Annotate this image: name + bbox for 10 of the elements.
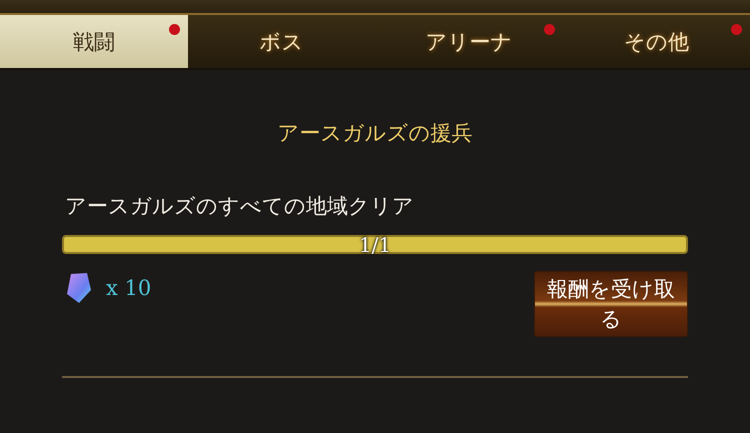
gem-icon: [65, 272, 92, 304]
tab[interactable]: アリーナ: [375, 15, 562, 68]
quest-title: アースガルズの援兵: [276, 120, 474, 147]
tab[interactable]: ボス: [188, 15, 375, 68]
reward-count: x 10: [106, 276, 152, 300]
claim-reward-button[interactable]: 報酬を受け取る: [534, 271, 688, 337]
tab[interactable]: その他: [562, 15, 750, 68]
progress-reading: 1/1: [358, 232, 392, 256]
mission-text: アースガルズのすべての地域クリア: [64, 193, 415, 220]
tab[interactable]: 戦闘: [0, 15, 188, 68]
